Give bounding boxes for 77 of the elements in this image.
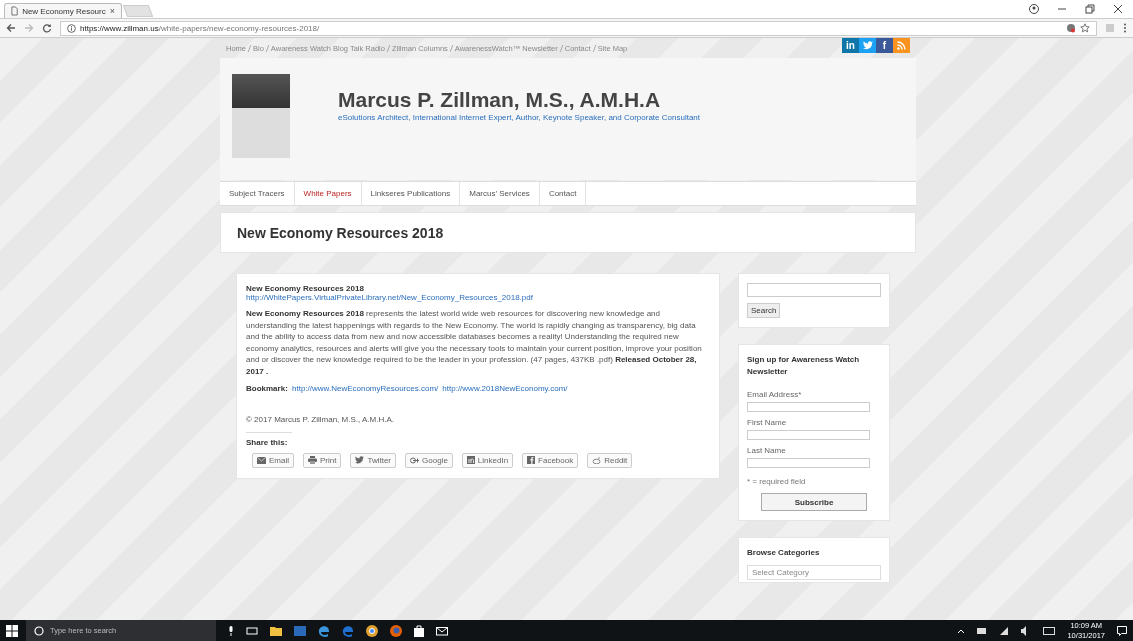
folder-icon[interactable] [270, 625, 282, 636]
info-icon [67, 23, 76, 33]
print-share-button[interactable]: Print [303, 452, 342, 468]
bird-icon [862, 41, 873, 50]
input-field[interactable] [747, 458, 871, 468]
notification-icon[interactable] [1117, 625, 1127, 636]
widget-title: Sign up for Awareness Watch Newsletter [747, 354, 861, 378]
printer-icon [308, 456, 317, 465]
site-title[interactable]: Marcus P. Zillman, M.S., A.M.H.A [338, 88, 700, 112]
bird-icon [355, 456, 365, 465]
browser-tab[interactable]: New Economy Resourc × [4, 3, 122, 18]
pdf-link[interactable]: http://WhitePapers.VirtualPrivateLibrary.net/New_Economy_Resources_2018.pdf [246, 293, 533, 302]
facebook-share-button[interactable]: Facebook [522, 452, 579, 468]
menu-icon[interactable] [1123, 23, 1127, 33]
edge-browser-icon[interactable] [318, 624, 330, 637]
twitter-share-button[interactable]: Twitter [350, 452, 397, 468]
share-heading: Share this: [246, 431, 292, 447]
linkedin-icon [466, 456, 475, 465]
extension-icon[interactable] [1066, 23, 1076, 33]
restore-icon[interactable] [1085, 4, 1095, 14]
tab-close-button[interactable]: × [109, 6, 115, 16]
input-field[interactable] [747, 402, 871, 412]
network-icon[interactable] [999, 625, 1010, 636]
star-icon[interactable] [1080, 23, 1090, 33]
field-label: First Name [747, 418, 787, 427]
keyboard-icon[interactable] [1043, 626, 1056, 635]
widget-title: Browse Categories [747, 547, 820, 559]
tab-title: New Economy Resourc [22, 6, 106, 16]
menu-item[interactable]: Contact [539, 182, 587, 205]
facebook-icon [527, 456, 536, 465]
cortana-circle-icon [34, 625, 44, 636]
linkedin-share-button[interactable]: LinkedIn [461, 452, 514, 468]
task-view-icon[interactable] [246, 625, 258, 636]
required-note: * = required field [747, 477, 806, 486]
store-bag-icon[interactable] [414, 624, 424, 637]
email-share-button[interactable]: Email [252, 452, 294, 468]
copyright-text: © 2017 Marcus P. Zillman, M.S., A.M.H.A. [246, 414, 395, 424]
menu-item[interactable]: Marcus' Services [460, 182, 540, 205]
linkedin-social-link[interactable]: in [842, 38, 859, 53]
firefox-browser-icon[interactable] [390, 624, 402, 637]
mail-icon[interactable] [436, 625, 448, 636]
page-title: New Economy Resources 2018 [237, 224, 444, 241]
twitter-social-link[interactable] [859, 38, 876, 53]
address-bar[interactable]: https://www.zillman.us/white-papers/new-economy-resources-2018/ [60, 20, 1097, 36]
reload-icon[interactable] [42, 23, 52, 33]
rss-icon [897, 41, 906, 50]
menu-item[interactable]: Subject Tracers [220, 182, 295, 205]
bookmark-link[interactable]: http://www.NewEconomyResources.com/ [292, 383, 439, 393]
g-plus-icon [410, 456, 420, 464]
search-field[interactable] [747, 283, 881, 297]
windows-start-icon[interactable] [6, 624, 18, 637]
site-tagline: eSolutions Architect, International Internet Expert, Author, Keynote Speaker, and Corporate Consultant [338, 113, 700, 122]
category-dropdown[interactable]: Select Category [747, 565, 881, 580]
menu-item[interactable]: Linkseres Publications [361, 182, 461, 205]
chrome-browser-icon[interactable] [366, 624, 378, 637]
menu-item[interactable]: White Papers [294, 182, 362, 205]
back-arrow-icon[interactable] [6, 23, 16, 33]
subscribe-button[interactable]: Subscribe [761, 493, 867, 511]
microphone-icon[interactable] [228, 625, 234, 636]
field-label: Last Name [747, 446, 786, 455]
reddit-share-button[interactable]: Reddit [587, 452, 633, 468]
bookmark-label: Bookmark: [246, 383, 288, 393]
close-icon[interactable] [1113, 4, 1123, 14]
facebook-social-link[interactable]: f [876, 38, 893, 53]
field-label: Email Address* [747, 390, 802, 399]
bookmark-link[interactable]: http://www.2018NewEconomy.com/ [442, 383, 568, 393]
page-icon [11, 6, 19, 16]
edge-browser-icon[interactable] [342, 624, 354, 637]
input-field[interactable] [747, 430, 871, 440]
google-share-button[interactable]: Google [405, 452, 453, 468]
chevron-up-icon[interactable] [957, 627, 966, 634]
envelope-icon [257, 456, 266, 464]
article-text: New Economy Resources 2018 represents the latest world wide web resources for discovering new knowledge and understanding the latest happenings with regards to the New Economy. The world is rapidly changing as transparency, big data and the ability to access data from new and now accessible databases becomes a reality! Understanding the required new economy analytics, resources and alerts will give you the necessary tools to maintain your current position, improve your position and or discover the new knowledge required to be the leader in your profession. (47 pages, 437KB .pdf) Released October 28, 2017 . [246, 308, 703, 378]
app-tile-icon[interactable] [294, 625, 306, 636]
article-heading: New Economy Resources 2018 [246, 284, 365, 293]
search-button[interactable]: Search [747, 303, 781, 318]
profile-icon[interactable] [1029, 4, 1039, 14]
